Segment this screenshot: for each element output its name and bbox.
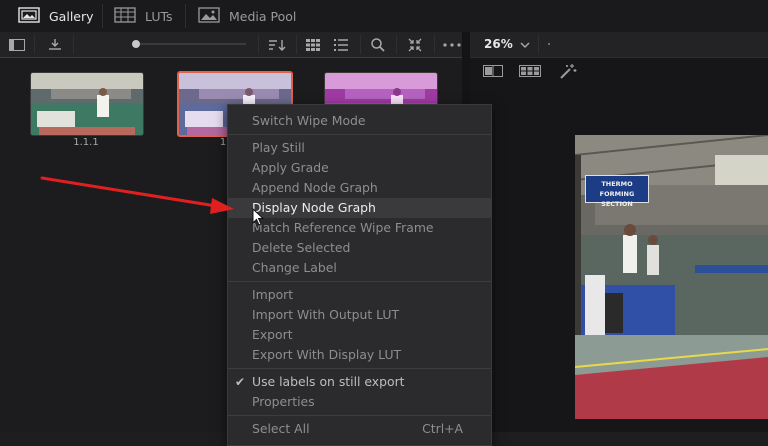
menu-item-label: Use labels on still export (252, 374, 405, 389)
zoom-level[interactable]: 26% (484, 32, 513, 57)
tab-luts-label: LUTs (145, 8, 173, 24)
menu-item-use-labels-on-still-export[interactable]: ✔ Use labels on still export (228, 372, 491, 392)
menu-item-display-node-graph[interactable]: Display Node Graph (228, 198, 491, 218)
sidebar-toggle-icon[interactable] (6, 32, 28, 57)
image-sign: THERMO FORMING SECTION (585, 175, 649, 208)
menu-item-export-with-display-lut[interactable]: Export With Display LUT (228, 345, 491, 365)
toolbar-dot (548, 43, 550, 45)
tab-media-pool-label: Media Pool (229, 8, 297, 24)
menu-item-label: Delete Selected (252, 240, 351, 255)
menu-item-import[interactable]: Import (228, 285, 491, 305)
menu-item-play-still[interactable]: Play Still (228, 138, 491, 158)
viewer-toolbar (470, 32, 768, 58)
tab-luts[interactable]: LUTs (114, 0, 173, 32)
viewer-image[interactable]: THERMO FORMING SECTION (575, 135, 768, 419)
more-options-icon[interactable] (440, 32, 464, 57)
chevron-down-icon[interactable] (516, 32, 534, 57)
still-thumbnail[interactable] (30, 72, 144, 136)
toolbar-divider (296, 35, 297, 54)
media-pool-icon (198, 6, 220, 26)
menu-item-select-all[interactable]: Select All Ctrl+A (228, 419, 491, 439)
menu-separator (228, 415, 491, 416)
tab-gallery[interactable]: Gallery (18, 0, 94, 32)
menu-item-label: Select All (252, 421, 310, 436)
slider-handle[interactable] (132, 40, 140, 48)
thumbnail-label: 1.1.1 (73, 137, 99, 148)
wipe-mode-icon[interactable] (480, 60, 506, 82)
split-screen-icon[interactable] (516, 60, 544, 82)
gallery-toolbar (0, 32, 462, 58)
menu-item-label: Import With Output LUT (252, 307, 400, 322)
toolbar-divider (360, 35, 361, 54)
menu-item-change-label[interactable]: Change Label (228, 258, 491, 278)
menu-separator (228, 134, 491, 135)
menu-item-label: Switch Wipe Mode (252, 113, 366, 128)
menu-item-shortcut: Ctrl+A (422, 421, 463, 436)
menu-item-label: Play Still (252, 140, 305, 155)
menu-separator (228, 281, 491, 282)
luts-icon (114, 6, 136, 26)
search-icon[interactable] (368, 32, 388, 57)
download-icon[interactable] (44, 32, 66, 57)
grid-view-icon[interactable] (303, 32, 323, 57)
menu-separator (228, 368, 491, 369)
collapse-icon[interactable] (404, 32, 426, 57)
toolbar-divider (73, 35, 74, 54)
menu-item-label: Apply Grade (252, 160, 329, 175)
menu-item-properties[interactable]: Properties (228, 392, 491, 412)
checkmark-icon: ✔ (235, 375, 246, 389)
list-view-icon[interactable] (331, 32, 351, 57)
menu-item-append-node-graph[interactable]: Append Node Graph (228, 178, 491, 198)
menu-item-label: Properties (252, 394, 315, 409)
tab-divider (185, 4, 186, 28)
toolbar-divider (258, 35, 259, 54)
tab-media-pool[interactable]: Media Pool (198, 0, 296, 32)
toolbar-divider (434, 35, 435, 54)
image-sign-line2: SECTION (601, 200, 633, 208)
annotation-arrow (40, 176, 234, 214)
menu-item-export[interactable]: Export (228, 325, 491, 345)
menu-item-import-with-output-lut[interactable]: Import With Output LUT (228, 305, 491, 325)
menu-item-switch-wipe-mode[interactable]: Switch Wipe Mode (228, 111, 491, 131)
menu-item-label: Export (252, 327, 293, 342)
tab-divider (102, 4, 103, 28)
gallery-icon (18, 6, 40, 26)
toolbar-divider (34, 35, 35, 54)
context-menu: Switch Wipe Mode Play Still Apply Grade … (227, 104, 492, 446)
thumbnail-size-slider[interactable] (132, 43, 246, 45)
menu-item-apply-grade[interactable]: Apply Grade (228, 158, 491, 178)
tab-gallery-label: Gallery (49, 8, 94, 24)
sort-icon[interactable] (265, 32, 289, 57)
image-sign-line1: THERMO FORMING (599, 180, 635, 198)
menu-item-label: Import (252, 287, 294, 302)
toolbar-divider (538, 35, 539, 54)
menu-item-match-reference-wipe-frame[interactable]: Match Reference Wipe Frame (228, 218, 491, 238)
menu-item-label: Change Label (252, 260, 337, 275)
toolbar-divider (396, 35, 397, 54)
menu-item-label: Match Reference Wipe Frame (252, 220, 434, 235)
menu-item-label: Export With Display LUT (252, 347, 402, 362)
mouse-cursor-icon (252, 208, 265, 226)
magic-wand-icon[interactable] (556, 60, 580, 82)
menu-item-delete-selected[interactable]: Delete Selected (228, 238, 491, 258)
menu-item-label: Append Node Graph (252, 180, 378, 195)
menu-item-label: Display Node Graph (252, 200, 376, 215)
